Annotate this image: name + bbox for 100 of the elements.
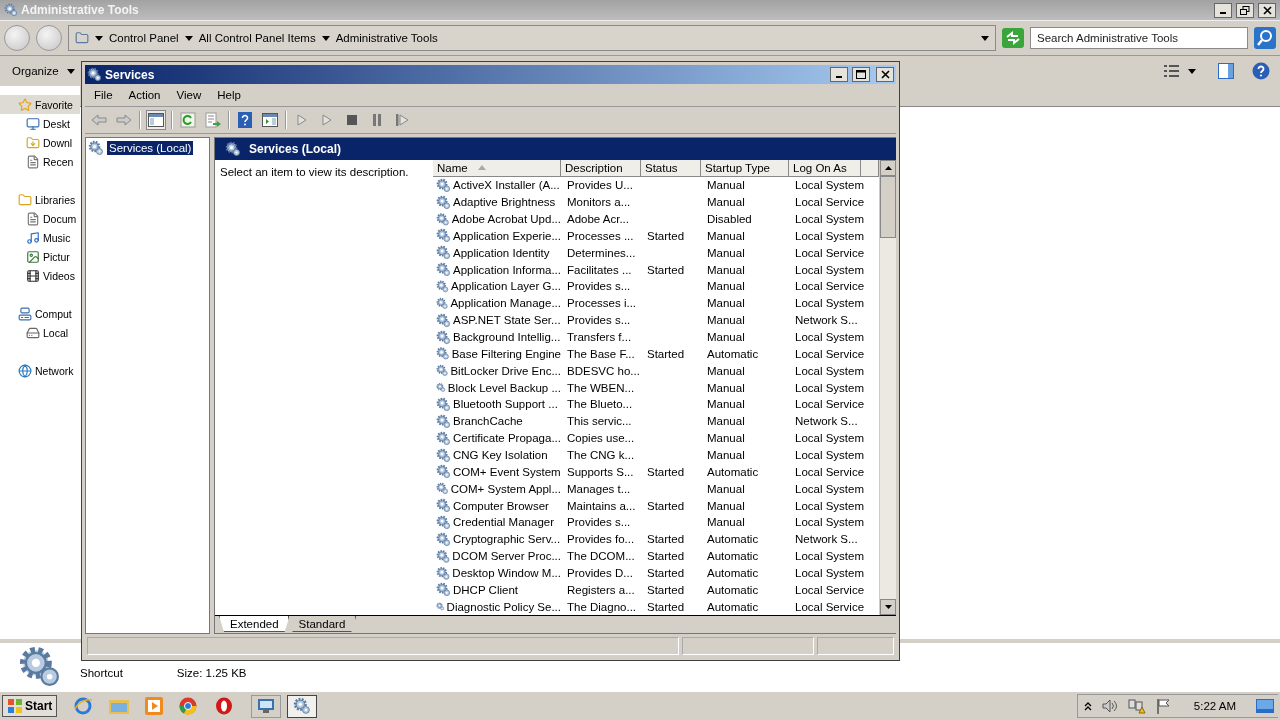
table-cell-text: Provides s... <box>566 516 632 529</box>
help-button[interactable] <box>235 110 255 130</box>
network-warning-icon[interactable] <box>1127 698 1146 714</box>
view-tab[interactable]: Extended <box>219 616 290 632</box>
search-button[interactable] <box>1254 27 1276 49</box>
table-cell-text: Manual <box>706 482 746 495</box>
menu-item[interactable]: Action <box>121 87 168 103</box>
table-cell-text: Provides D... <box>566 567 634 580</box>
nav-item[interactable]: Network <box>0 361 80 380</box>
chevron-up-icon[interactable] <box>1083 701 1092 711</box>
service-name[interactable]: Background Intellig... <box>453 331 561 343</box>
minimize-button[interactable] <box>1214 2 1232 18</box>
service-name[interactable]: Adaptive Brightness <box>453 196 556 209</box>
nav-item[interactable]: Docum <box>0 209 80 228</box>
nav-item[interactable]: Libraries <box>0 190 80 209</box>
service-name[interactable]: BitLocker Drive Enc... <box>450 364 561 377</box>
refresh-button[interactable] <box>178 110 198 130</box>
nav-item[interactable]: Downl <box>0 133 80 152</box>
service-name[interactable]: Certificate Propaga... <box>452 432 561 445</box>
service-name[interactable]: COM+ Event System <box>453 465 561 478</box>
export-list-button[interactable] <box>203 110 223 130</box>
service-name[interactable]: DHCP Client <box>453 583 518 596</box>
nav-item[interactable]: Music <box>0 228 80 247</box>
nav-item[interactable]: Videos <box>0 266 80 285</box>
refresh-button[interactable] <box>1002 28 1024 48</box>
description-text: Select an item to view its description. <box>220 166 409 178</box>
speaker-icon[interactable] <box>1101 699 1118 713</box>
service-name[interactable]: CNG Key Isolation <box>453 449 548 462</box>
menu-item[interactable]: Help <box>210 87 248 103</box>
help-button[interactable] <box>1252 62 1270 80</box>
breadcrumb-item[interactable]: Control Panel <box>109 32 179 44</box>
nav-item[interactable]: Local <box>0 323 80 342</box>
nav-item[interactable]: Pictur <box>0 247 80 266</box>
service-name[interactable]: Desktop Window M... <box>452 567 561 580</box>
scrollbar[interactable] <box>879 160 896 615</box>
scroll-up-icon[interactable] <box>884 166 892 170</box>
menu-item[interactable]: File <box>87 87 120 103</box>
service-name[interactable]: Cryptographic Serv... <box>453 533 561 546</box>
service-name[interactable]: Application Manage... <box>450 297 561 310</box>
service-name[interactable]: Diagnostic Policy Se... <box>446 600 561 613</box>
view-button[interactable] <box>1164 64 1180 78</box>
organize-menu[interactable]: Organize <box>12 65 75 77</box>
nav-item[interactable]: Deskt <box>0 114 80 133</box>
preview-pane-button[interactable] <box>1218 63 1234 79</box>
remote-desktop-button[interactable] <box>251 694 282 718</box>
service-name[interactable]: Application Experie... <box>452 229 561 242</box>
column-header[interactable]: Log On As <box>789 160 861 177</box>
service-name[interactable]: Bluetooth Support ... <box>453 398 558 411</box>
close-button[interactable] <box>1258 2 1276 18</box>
ring-icon[interactable] <box>215 697 234 715</box>
service-name[interactable]: Base Filtering Engine <box>451 347 561 360</box>
column-header[interactable] <box>861 160 879 177</box>
service-name[interactable]: Credential Manager <box>453 516 554 529</box>
gear-icon <box>436 531 451 547</box>
table-cell-text: Transfers f... <box>566 331 633 343</box>
film-icon <box>26 268 40 283</box>
service-name[interactable]: Computer Browser <box>453 499 549 512</box>
table-cell-text: BDESVC ho... <box>566 364 641 377</box>
service-name[interactable]: ActiveX Installer (A... <box>453 179 560 192</box>
service-name[interactable]: ASP.NET State Ser... <box>453 314 561 327</box>
service-name[interactable]: Application Identity <box>453 246 550 259</box>
flag-icon[interactable] <box>1155 698 1172 714</box>
service-name[interactable]: DCOM Server Proc... <box>452 550 561 563</box>
service-name[interactable]: COM+ System Appl... <box>450 482 561 495</box>
browser-icon[interactable] <box>73 696 94 716</box>
nav-item[interactable]: Comput <box>0 304 80 323</box>
table-cell-text: Manual <box>706 499 746 512</box>
view-tab[interactable]: Standard <box>287 616 357 632</box>
gear-icon <box>436 295 449 311</box>
console-tree-button[interactable] <box>146 110 166 130</box>
table-cell-text: Automatic <box>706 533 760 546</box>
scroll-thumb[interactable] <box>880 176 896 238</box>
close-button[interactable] <box>876 67 894 82</box>
service-name[interactable]: Block Level Backup ... <box>447 381 561 394</box>
service-name[interactable]: Application Informa... <box>452 263 561 276</box>
address-bar[interactable]: Control Panel All Control Panel Items Administrative Tools <box>68 25 996 51</box>
service-name[interactable]: BranchCache <box>453 415 523 428</box>
maximize-button[interactable] <box>852 67 870 82</box>
nav-item[interactable]: Recen <box>0 152 80 171</box>
media-player-icon[interactable] <box>145 697 164 715</box>
action-pane-button[interactable] <box>260 110 280 130</box>
column-header[interactable]: Status <box>641 160 701 177</box>
browser-icon[interactable] <box>179 697 198 715</box>
minimize-button[interactable] <box>830 67 848 82</box>
services-task-button[interactable] <box>287 694 318 718</box>
nav-item[interactable]: Favorite <box>0 95 80 114</box>
scroll-down-icon[interactable] <box>884 605 892 609</box>
breadcrumb-item[interactable]: Administrative Tools <box>335 32 438 44</box>
start-button[interactable]: Start <box>2 695 58 717</box>
search-field[interactable]: Search Administrative Tools <box>1030 27 1248 49</box>
column-header[interactable]: Description <box>561 160 641 177</box>
breadcrumb-item[interactable]: All Control Panel Items <box>198 32 316 44</box>
tree-item[interactable]: Services (Local) <box>107 141 194 155</box>
column-header[interactable]: Name <box>433 160 561 177</box>
restore-button[interactable] <box>1236 2 1254 18</box>
service-name[interactable]: Adobe Acrobat Upd... <box>451 213 561 225</box>
service-name[interactable]: Application Layer G... <box>451 280 561 293</box>
menu-item[interactable]: View <box>169 87 209 103</box>
gear-icon <box>436 312 451 328</box>
column-header[interactable]: Startup Type <box>701 160 789 177</box>
